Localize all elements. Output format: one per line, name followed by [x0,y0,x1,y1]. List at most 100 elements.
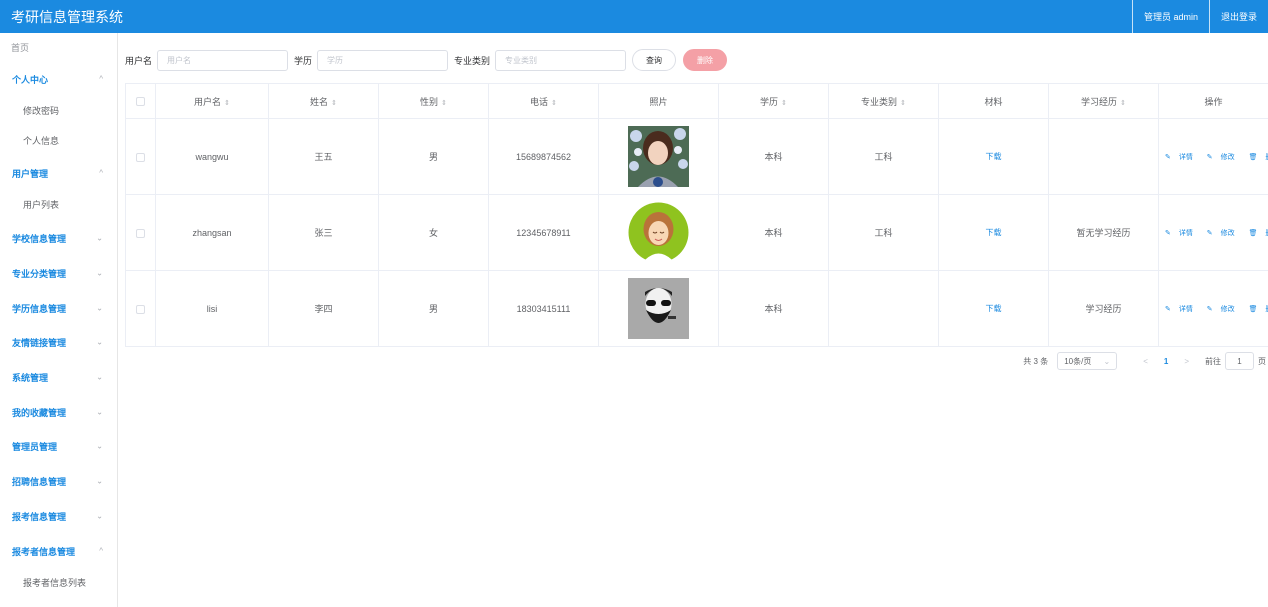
pagination: 共 3 条 10条/页 ⌄ < 1 > 前往 页 [1023,351,1266,371]
logout-button[interactable]: 退出登录 [1208,0,1268,33]
sidebar-item-applicant-list[interactable]: 报考者信息列表 [0,568,117,596]
page-size-select[interactable]: 10条/页 ⌄ [1057,352,1118,370]
chevron-down-icon: ⌄ [96,441,103,451]
edit-icon: ✎ [1165,153,1171,161]
edit-icon: ✎ [1206,229,1213,237]
table-row: wangwu 王五 男 15689874562 本科 工科 下载 ✎ 详情 ✎ … [125,118,1268,195]
trash-icon: 🗑 [1248,153,1258,161]
edit-icon: ✎ [1165,229,1171,237]
row-checkbox[interactable] [136,228,145,238]
sidebar-group-recruitment[interactable]: 招聘信息管理 ⌄ [0,467,117,495]
detail-button[interactable]: ✎ 详情 [1162,230,1196,237]
sidebar-group-school-info[interactable]: 学校信息管理 ⌄ [0,224,117,252]
cell-major [828,270,939,347]
sidebar-group-label: 学历信息管理 [12,303,67,314]
edit-icon: ✎ [1206,305,1213,313]
sidebar-group-personal-center[interactable]: 个人中心 ^ [0,65,117,93]
sidebar-item-home[interactable]: 首页 [0,33,117,61]
sidebar-group-label: 学校信息管理 [12,233,67,244]
user-table: 用户名 ⇕ 姓名 ⇕ 性别 ⇕ 电话 ⇕ 照片 学历 ⇕ 专业类别 ⇕ 材料 学习经历 ⇕ 操… [125,83,1268,347]
edit-button[interactable]: ✎ 修改 [1204,306,1238,313]
sort-icon[interactable]: ⇕ [224,100,230,107]
sort-icon[interactable]: ⇕ [900,100,906,107]
sidebar-group-label: 报考信息管理 [12,511,67,522]
cell-phone: 15689874562 [488,118,599,195]
download-link[interactable]: 下载 [986,304,1002,313]
sort-icon[interactable]: ⇕ [441,100,447,107]
col-header-phone[interactable]: 电话 ⇕ [488,83,599,119]
edit-button[interactable]: ✎ 修改 [1204,230,1238,237]
chevron-down-icon: ⌄ [1103,356,1111,366]
sidebar-item-personal-info[interactable]: 个人信息 [0,126,117,154]
next-page-button[interactable]: > [1184,357,1189,366]
chevron-up-icon: ^ [99,168,103,178]
sidebar-item-user-list[interactable]: 用户列表 [0,190,117,218]
col-header-experience[interactable]: 学习经历 ⇕ [1048,83,1159,119]
sidebar-group-major-category[interactable]: 专业分类管理 ⌄ [0,259,117,287]
edit-button[interactable]: ✎ 修改 [1204,154,1238,161]
sidebar-group-label: 系统管理 [12,372,49,383]
sidebar-group-label: 管理员管理 [12,441,58,452]
sidebar-group-user-management[interactable]: 用户管理 ^ [0,159,117,187]
col-header-major[interactable]: 专业类别 ⇕ [828,83,939,119]
delete-button[interactable]: 🗑 删除 [1246,230,1268,237]
query-button[interactable]: 查询 [632,49,677,71]
total-count: 共 3 条 [1023,356,1049,366]
cell-experience: 暂无学习经历 [1048,194,1159,271]
page-number-1[interactable]: 1 [1164,357,1168,366]
chevron-down-icon: ⌄ [96,476,103,486]
sidebar-group-label: 招聘信息管理 [12,476,67,487]
sidebar-group-friend-links[interactable]: 友情链接管理 ⌄ [0,328,117,356]
download-link[interactable]: 下载 [986,152,1002,161]
sidebar-group-admin[interactable]: 管理员管理 ⌄ [0,432,117,460]
sidebar-group-system[interactable]: 系统管理 ⌄ [0,363,117,391]
download-link[interactable]: 下载 [986,228,1002,237]
row-checkbox[interactable] [136,152,145,162]
select-all-checkbox[interactable] [136,97,145,107]
cell-name: 王五 [268,118,379,195]
cell-phone: 12345678911 [488,194,599,271]
main-content: 用户名 学历 专业类别 查询 删除 用户名⇕ 姓名⇕ 性别⇕ 电话⇕ 照片 学历… [118,33,1268,607]
col-header-gender[interactable]: 性别 ⇕ [378,83,489,119]
sort-icon[interactable]: ⇕ [781,100,787,107]
chevron-down-icon: ⌄ [96,303,103,313]
sort-icon[interactable]: ⇕ [331,100,337,107]
delete-button[interactable]: 🗑 删除 [1246,306,1268,313]
col-header-education[interactable]: 学历 ⇕ [718,83,829,119]
row-select-cell[interactable] [125,194,156,271]
delete-button[interactable]: 🗑 删除 [1246,154,1268,161]
detail-button[interactable]: ✎ 详情 [1162,306,1196,313]
cell-username: lisi [155,270,269,347]
batch-delete-button[interactable]: 删除 [683,49,728,71]
sidebar-group-favorites[interactable]: 我的收藏管理 ⌄ [0,398,117,426]
education-input[interactable] [317,49,449,71]
sidebar-group-label: 我的收藏管理 [12,407,67,418]
col-header-name[interactable]: 姓名 ⇕ [268,83,379,119]
sidebar-group-education-info[interactable]: 学历信息管理 ⌄ [0,294,117,322]
prev-page-button[interactable]: < [1143,357,1148,366]
admin-user-button[interactable]: 管理员 admin [1131,0,1209,33]
chevron-up-icon: ^ [99,74,103,84]
row-select-cell[interactable] [125,270,156,347]
goto-page-input[interactable] [1225,352,1254,370]
cell-actions: ✎ 详情 ✎ 修改 🗑 删除 [1158,194,1268,271]
cell-experience: 学习经历 [1048,270,1159,347]
sidebar-item-change-password[interactable]: 修改密码 [0,96,117,124]
sidebar-group-applicant-info[interactable]: 报考者信息管理 ^ [0,537,117,565]
cell-major: 工科 [828,118,939,195]
username-input[interactable] [157,49,289,71]
sort-icon[interactable]: ⇕ [551,100,557,107]
detail-button[interactable]: ✎ 详情 [1162,154,1196,161]
trash-icon: 🗑 [1248,305,1258,313]
major-input[interactable] [495,49,627,71]
row-select-cell[interactable] [125,118,156,195]
col-header-username[interactable]: 用户名 ⇕ [155,83,269,119]
cell-material: 下载 [938,270,1049,347]
cell-actions: ✎ 详情 ✎ 修改 🗑 删除 [1158,270,1268,347]
select-all-cell[interactable] [125,83,156,119]
chevron-down-icon: ⌄ [96,233,103,243]
sidebar-item-label: 首页 [11,42,30,53]
sort-icon[interactable]: ⇕ [1120,100,1126,107]
row-checkbox[interactable] [136,304,145,314]
sidebar-group-exam-info[interactable]: 报考信息管理 ⌄ [0,502,117,530]
